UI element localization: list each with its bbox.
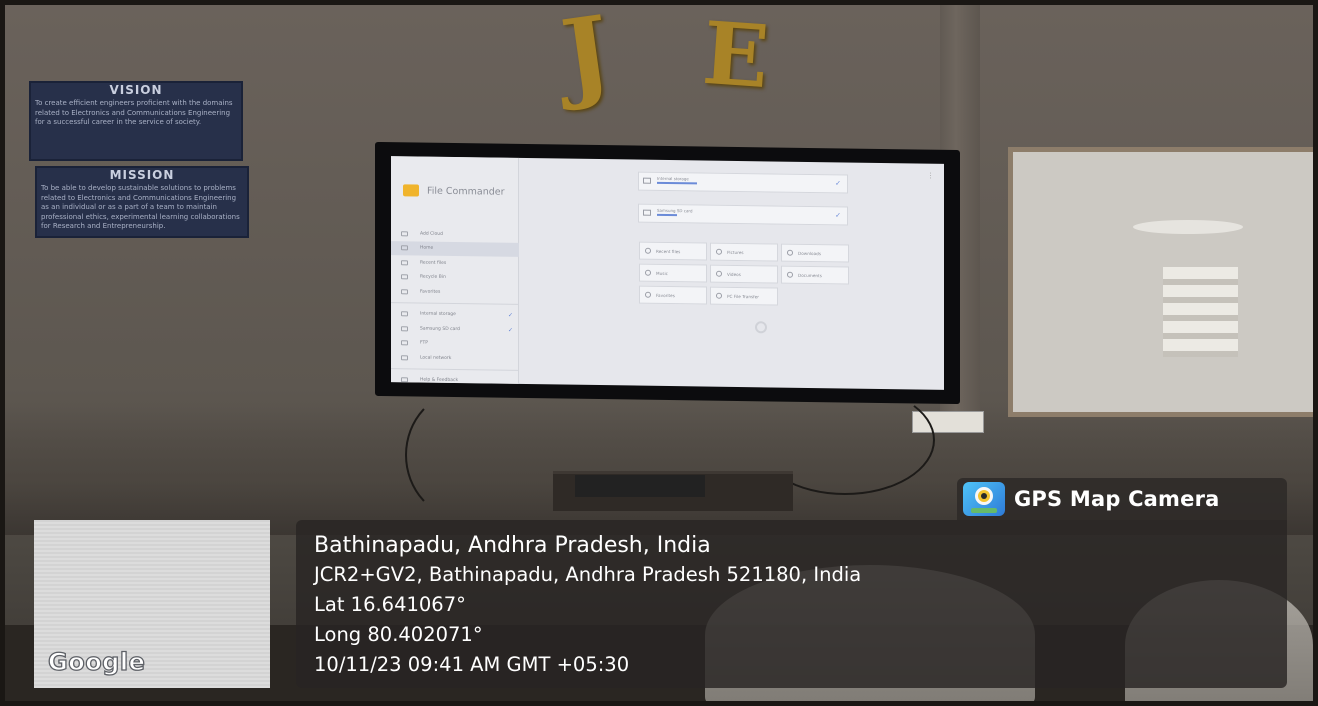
latitude: Lat 16.641067° [314, 593, 466, 616]
sidebar-item-label: Local network [420, 355, 452, 361]
trash-icon [401, 274, 408, 280]
tile-music[interactable]: Music [639, 263, 707, 283]
storage-name: Internal storage [657, 175, 689, 182]
tile-pc-file-transfer[interactable]: PC File Transfer [710, 286, 778, 306]
loading-spinner [755, 321, 767, 334]
storage-usage-bar [657, 213, 677, 216]
map-pin-icon [963, 482, 1005, 516]
tile-downloads[interactable]: Downloads [781, 243, 849, 263]
category-icon [716, 292, 722, 299]
vision-board: VISION To create efficient engineers pro… [29, 81, 243, 161]
cloud-icon [401, 231, 408, 237]
whiteboard [1008, 147, 1313, 417]
tv-screen: ☰ ⋮ File Commander Add CloudHomeRecent f… [391, 156, 944, 390]
tile-label: Downloads [798, 250, 821, 256]
storage-usage-bar [657, 181, 697, 184]
tile-label: Recent files [656, 248, 681, 254]
tile-favorites[interactable]: Favorites [639, 285, 707, 305]
category-icon [645, 269, 651, 276]
storage-icon [401, 311, 408, 317]
tile-label: Music [656, 270, 668, 276]
check-icon: ✓ [507, 312, 513, 320]
sidebar-item-help-feedback[interactable]: Help & Feedback [391, 373, 519, 389]
badge-title: GPS Map Camera [1014, 487, 1220, 511]
category-icon [716, 270, 722, 277]
category-icon [787, 249, 793, 256]
sidebar-divider [391, 364, 519, 371]
storage-card-internal[interactable]: Internal storage ✓ [638, 171, 848, 194]
clock-icon [401, 260, 408, 266]
more-options-icon[interactable]: ⋮ [927, 172, 934, 180]
folder-icon [403, 184, 419, 197]
category-icon [645, 291, 651, 298]
ftp-icon [401, 340, 408, 346]
whiteboard-glare [1133, 220, 1243, 234]
sidebar-item-label: Recent files [420, 260, 447, 266]
address: JCR2+GV2, Bathinapadu, Andhra Pradesh 52… [314, 563, 862, 586]
tile-documents[interactable]: Documents [781, 265, 849, 285]
vision-text: To create efficient engineers proficient… [35, 99, 233, 126]
vision-title: VISION [109, 83, 163, 97]
tile-videos[interactable]: Videos [710, 264, 778, 284]
sidebar-item-label: Favorites [420, 289, 441, 295]
sidebar-item-label: Add Cloud [420, 231, 443, 237]
sdcard-icon [401, 326, 408, 332]
mission-text: To be able to develop sustainable soluti… [41, 184, 240, 230]
sdcard-icon [643, 209, 651, 216]
category-icon [645, 247, 651, 254]
google-logo: Google [47, 647, 146, 676]
sidebar-item-label: Help & Feedback [420, 377, 459, 384]
home-icon [401, 245, 408, 251]
tile-label: Favorites [656, 292, 675, 298]
file-commander-sidebar: File Commander Add Cloud Home Recent files… [391, 156, 519, 384]
sidebar-list: Add Cloud Home Recent files Recycle Bin Favo… [391, 226, 519, 389]
app-header: File Commander [403, 184, 505, 197]
tile-pictures[interactable]: Pictures [710, 242, 778, 262]
tile-label: Videos [727, 271, 741, 277]
help-icon [401, 377, 408, 383]
balloon-letter-e: E [699, 5, 773, 109]
check-icon: ✓ [507, 326, 513, 334]
map-thumbnail: Google [34, 520, 270, 688]
gps-map-camera-badge: GPS Map Camera [957, 478, 1287, 520]
tile-label: Documents [798, 272, 822, 278]
sidebar-item-label: Home [420, 245, 434, 251]
balloon-letter-j: J [555, 5, 618, 115]
location-info-panel: Bathinapadu, Andhra Pradesh, India JCR2+… [296, 520, 1287, 688]
storage-icon [643, 177, 651, 184]
sidebar-divider [391, 298, 519, 305]
datetime: 10/11/23 09:41 AM GMT +05:30 [314, 653, 630, 676]
network-icon [401, 355, 408, 361]
sidebar-item-label: Internal storage [420, 311, 456, 318]
wall-tv: ☰ ⋮ File Commander Add CloudHomeRecent f… [375, 141, 960, 405]
sidebar-item-label: Recycle Bin [420, 274, 446, 281]
window-reflection [1163, 267, 1238, 357]
location-title: Bathinapadu, Andhra Pradesh, India [314, 533, 711, 558]
cable [405, 390, 525, 520]
longitude: Long 80.402071° [314, 623, 483, 646]
set-top-box [575, 475, 705, 497]
storage-name: Samsung SD card [657, 207, 693, 214]
category-icon [716, 248, 722, 255]
tile-label: PC File Transfer [727, 293, 759, 299]
mission-title: MISSION [109, 168, 175, 182]
app-title: File Commander [427, 185, 505, 198]
mission-board: MISSION To be able to develop sustainabl… [35, 166, 249, 238]
star-icon [401, 289, 408, 295]
check-icon: ✓ [835, 211, 841, 220]
category-icon [787, 271, 793, 278]
tile-label: Pictures [727, 249, 744, 255]
storage-card-sd[interactable]: Samsung SD card ✓ [638, 203, 848, 226]
check-icon: ✓ [835, 179, 841, 188]
category-tiles: Recent files Pictures Downloads Music Videos… [639, 241, 849, 307]
tile-recent-files[interactable]: Recent files [639, 241, 707, 261]
sidebar-item-label: Samsung SD card [420, 326, 460, 332]
sidebar-item-label: FTP [420, 340, 428, 346]
